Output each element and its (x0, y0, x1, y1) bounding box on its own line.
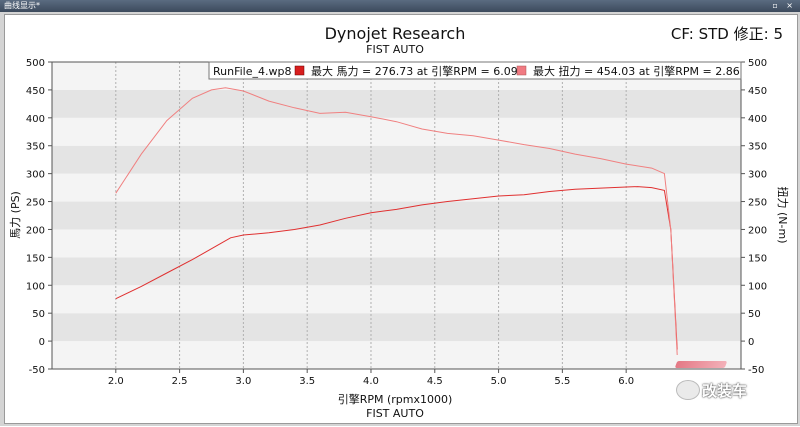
y-tick-label-right: 100 (748, 281, 767, 292)
y-tick-label-right: 250 (748, 198, 767, 209)
y-tick-label-right: 50 (748, 309, 761, 320)
y-tick-label-right: 400 (748, 114, 767, 125)
legend-swatch-tq (516, 65, 527, 76)
watermark-text: 改装车 (702, 382, 748, 400)
y-tick-label-right: 350 (748, 142, 767, 153)
plot-band (52, 201, 741, 230)
x-tick-label: 5.5 (554, 376, 570, 387)
x-tick-label: 4.0 (363, 376, 379, 387)
x-tick-label: 2.5 (172, 376, 188, 387)
y-tick-label-left: 250 (26, 198, 45, 209)
y-tick-label-left: 450 (26, 86, 45, 97)
plot-bands (52, 62, 741, 369)
y-axis-right: -50050100150200250300350400450500 (741, 58, 767, 376)
y-tick-label-left: 50 (32, 309, 45, 320)
legend-tq-entry: 最大 扭力 = 454.03 at 引擎RPM = 2.86 (533, 64, 740, 78)
y-tick-label-right: 450 (748, 86, 767, 97)
y-tick-label-right: 500 (748, 58, 767, 69)
window-title: 曲线显示* (4, 1, 40, 10)
x-tick-label: 3.5 (299, 376, 315, 387)
y-axis-label-right: 扭力 (N-m) (776, 187, 790, 244)
plot-band (52, 341, 741, 369)
y-tick-label-left: -50 (29, 365, 45, 376)
cf-label: CF: STD 修正: 5 (671, 25, 783, 43)
y-tick-label-left: 100 (26, 281, 45, 292)
x-tick-label: 5.0 (491, 376, 507, 387)
x-tick-label: 3.0 (235, 376, 251, 387)
y-tick-label-right: 300 (748, 170, 767, 181)
x-tick-label: 2.0 (108, 376, 124, 387)
legend-swatch-hp (294, 65, 305, 76)
x-axis-label-secondary: FIST AUTO (366, 407, 424, 420)
y-tick-label-left: 0 (39, 337, 45, 348)
legend-hp-entry: 最大 馬力 = 276.73 at 引擎RPM = 6.09 (311, 64, 518, 78)
y-axis-label-left: 馬力 (PS) (9, 191, 22, 239)
x-axis: 2.0 2.5 3.0 3.5 4.0 4.5 5.0 5.5 6.0 (108, 369, 634, 387)
plot-band (52, 89, 741, 118)
watermark: 改装车 (676, 374, 796, 404)
dyno-window: 曲线显示* ▫ × Dynojet Research FIST AUTO CF:… (0, 0, 800, 426)
y-tick-label-left: 300 (26, 170, 45, 181)
y-tick-label-right: 200 (748, 225, 767, 236)
y-tick-label-left: 200 (26, 225, 45, 236)
legend: RunFile_4.wp8 最大 馬力 = 276.73 at 引擎RPM = … (208, 61, 742, 80)
decorative-tab (674, 361, 728, 368)
y-tick-label-left: 150 (26, 253, 45, 264)
plot-band (52, 257, 741, 286)
window-controls[interactable]: ▫ × (772, 0, 796, 12)
plot-band (52, 285, 741, 314)
window-titlebar: 曲线显示* ▫ × (0, 0, 800, 12)
y-tick-label-left: 350 (26, 142, 45, 153)
plot-band (52, 313, 741, 342)
wechat-logo-icon (676, 380, 700, 400)
chart-subtitle: FIST AUTO (366, 43, 424, 56)
y-tick-label-left: 400 (26, 114, 45, 125)
plot-band (52, 173, 741, 202)
legend-run-file: RunFile_4.wp8 (213, 65, 291, 78)
x-tick-label: 6.0 (618, 376, 634, 387)
plot-band (52, 229, 741, 258)
y-tick-label-right: 150 (748, 253, 767, 264)
x-tick-label: 4.5 (427, 376, 443, 387)
chart-title: Dynojet Research (325, 24, 466, 43)
plot-band (52, 145, 741, 174)
x-axis-label: 引擎RPM (rpmx1000) (338, 392, 453, 406)
y-tick-label-left: 500 (26, 58, 45, 69)
y-axis-left: -50 0 50 100 150 200 250 300 350 400 450 500 (26, 58, 52, 376)
y-tick-label-right: 0 (748, 337, 754, 348)
